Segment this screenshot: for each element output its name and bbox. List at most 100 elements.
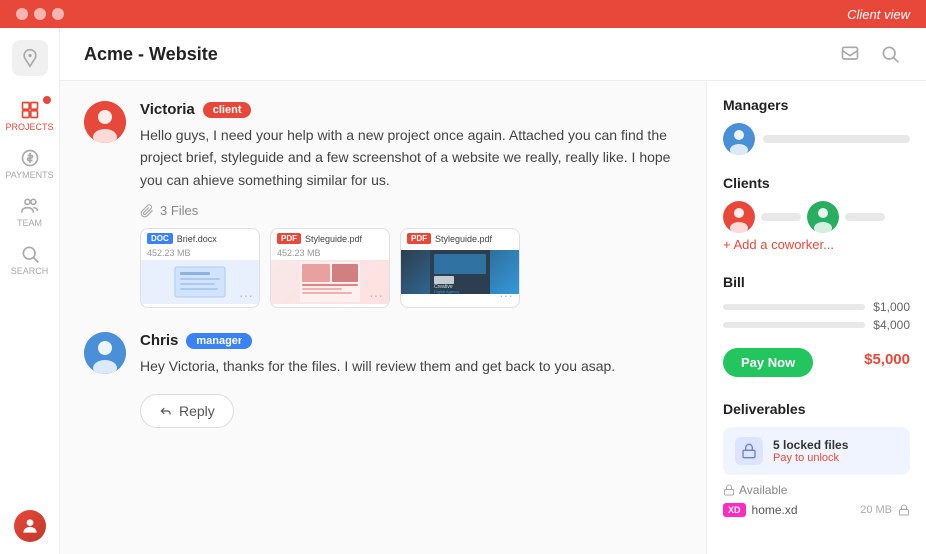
file-size-available: 20 MB (860, 504, 892, 516)
dot-3 (52, 8, 64, 20)
file-header-3: PDF Styleguide.pdf (401, 229, 519, 248)
sidebar-item-label: PROJECTS (5, 122, 53, 132)
window-controls (16, 8, 64, 20)
lock-closed-icon (723, 484, 735, 496)
add-coworker-link[interactable]: + Add a coworker... (723, 237, 834, 252)
message-chris: Chris manager Hey Victoria, thanks for t… (84, 332, 682, 427)
file-card-1[interactable]: DOC Brief.docx 452.23 MB (140, 228, 260, 308)
manager-name-line (763, 135, 910, 143)
client-2-line (845, 213, 885, 221)
clients-avatars (723, 201, 910, 233)
reply-label: Reply (179, 403, 215, 419)
file-menu-3[interactable]: ··· (499, 287, 513, 303)
sidebar-item-label: SEARCH (11, 266, 49, 276)
message-sender-chris: Chris (140, 332, 178, 349)
file-card-2[interactable]: PDF Styleguide.pdf 452.23 MB (270, 228, 390, 308)
available-text: Available (739, 483, 787, 497)
sidebar-logo[interactable] (12, 40, 48, 76)
file-menu-2[interactable]: ··· (369, 287, 383, 303)
file-name-3: Styleguide.pdf (435, 234, 492, 244)
pay-now-button[interactable]: Pay Now (723, 348, 813, 377)
file-card-3[interactable]: PDF Styleguide.pdf (400, 228, 520, 308)
dot-1 (16, 8, 28, 20)
manager-badge: manager (186, 333, 252, 349)
file-size-2: 452.23 MB (271, 248, 389, 260)
files-grid: DOC Brief.docx 452.23 MB (140, 228, 682, 308)
bill-section: Bill $1,000 $4,000 Pay Now $5,000 (723, 274, 910, 381)
clients-title: Clients (723, 175, 910, 191)
client-avatar-1 (723, 201, 755, 233)
client-1-line (761, 213, 801, 221)
file-header-2: PDF Styleguide.pdf (271, 229, 389, 248)
bill-line-2 (723, 322, 865, 328)
page-title: Acme - Website (84, 44, 218, 65)
locked-files-info: 5 locked files Pay to unlock (773, 438, 848, 464)
sidebar-item-search[interactable]: SEARCH (0, 236, 59, 284)
message-text-victoria: Hello guys, I need your help with a new … (140, 124, 682, 191)
bill-row-1: $1,000 (723, 300, 910, 314)
avatar-chris (84, 332, 126, 374)
locked-files-label: 5 locked files (773, 438, 848, 452)
file-menu-1[interactable]: ··· (239, 287, 253, 303)
svg-text:Digital Agency: Digital Agency (434, 289, 459, 294)
files-label: 3 Files (140, 203, 682, 218)
file-type-1: DOC (147, 233, 173, 244)
message-text-chris: Hey Victoria, thanks for the files. I wi… (140, 355, 682, 377)
bill-title: Bill (723, 274, 910, 290)
file-name-available: home.xd (752, 503, 798, 517)
messages-area: Victoria client Hello guys, I need your … (60, 81, 706, 554)
file-name-1: Brief.docx (177, 234, 217, 244)
client-avatar-2 (807, 201, 839, 233)
available-label: Available (723, 483, 910, 497)
sidebar-item-projects[interactable]: PROJECTS (0, 92, 59, 140)
file-type-3: PDF (407, 233, 431, 244)
header-actions (838, 42, 902, 66)
locked-files-card: 5 locked files Pay to unlock (723, 427, 910, 475)
message-header-chris: Chris manager (140, 332, 682, 349)
sidebar-item-team[interactable]: TEAM (0, 188, 59, 236)
xd-badge: XD (723, 503, 746, 517)
topbar-title: Client view (847, 7, 910, 22)
message-body-chris: Chris manager Hey Victoria, thanks for t… (140, 332, 682, 427)
manager-avatar (723, 123, 755, 155)
message-body-victoria: Victoria client Hello guys, I need your … (140, 101, 682, 308)
message-header-victoria: Victoria client (140, 101, 682, 118)
lock-file-icon (898, 504, 910, 516)
clients-section: Clients (723, 175, 910, 254)
user-avatar[interactable] (14, 510, 46, 542)
reply-button[interactable]: Reply (140, 394, 234, 428)
bill-row-2: $4,000 (723, 318, 910, 332)
lock-icon (735, 437, 763, 465)
client-badge: client (203, 102, 252, 118)
pay-to-unlock-link[interactable]: Pay to unlock (773, 452, 848, 464)
files-count: 3 Files (160, 203, 198, 218)
file-type-2: PDF (277, 233, 301, 244)
managers-title: Managers (723, 97, 910, 113)
file-size-1: 452.23 MB (141, 248, 259, 260)
file-name-2: Styleguide.pdf (305, 234, 362, 244)
main-split: Victoria client Hello guys, I need your … (60, 81, 926, 554)
deliverables-section: Deliverables 5 locked files Pay to unloc… (723, 401, 910, 517)
bill-amount-1: $1,000 (873, 300, 910, 314)
sidebar-item-payments[interactable]: PAYMENTS (0, 140, 59, 188)
deliverables-title: Deliverables (723, 401, 910, 417)
topbar: Client view (0, 0, 926, 28)
bill-line-1 (723, 304, 865, 310)
sidebar-item-label: PAYMENTS (5, 170, 53, 180)
projects-badge (43, 96, 51, 104)
main-content: Acme - Website (60, 28, 926, 554)
manager-row (723, 123, 910, 155)
available-file-row: XD home.xd 20 MB (723, 503, 910, 517)
bill-amount-2: $4,000 (873, 318, 910, 332)
notifications-icon[interactable] (838, 42, 862, 66)
bill-total: $5,000 (864, 351, 910, 368)
sidebar: PROJECTS PAYMENTS TEAM SEARCH (0, 28, 60, 554)
search-icon[interactable] (878, 42, 902, 66)
reply-icon (159, 404, 173, 418)
right-panel: Managers Clients (706, 81, 926, 554)
files-section: 3 Files DOC Brief.docx 452.23 MB (140, 203, 682, 308)
dot-2 (34, 8, 46, 20)
managers-section: Managers (723, 97, 910, 155)
sidebar-item-label: TEAM (17, 218, 42, 228)
avatar-victoria (84, 101, 126, 143)
